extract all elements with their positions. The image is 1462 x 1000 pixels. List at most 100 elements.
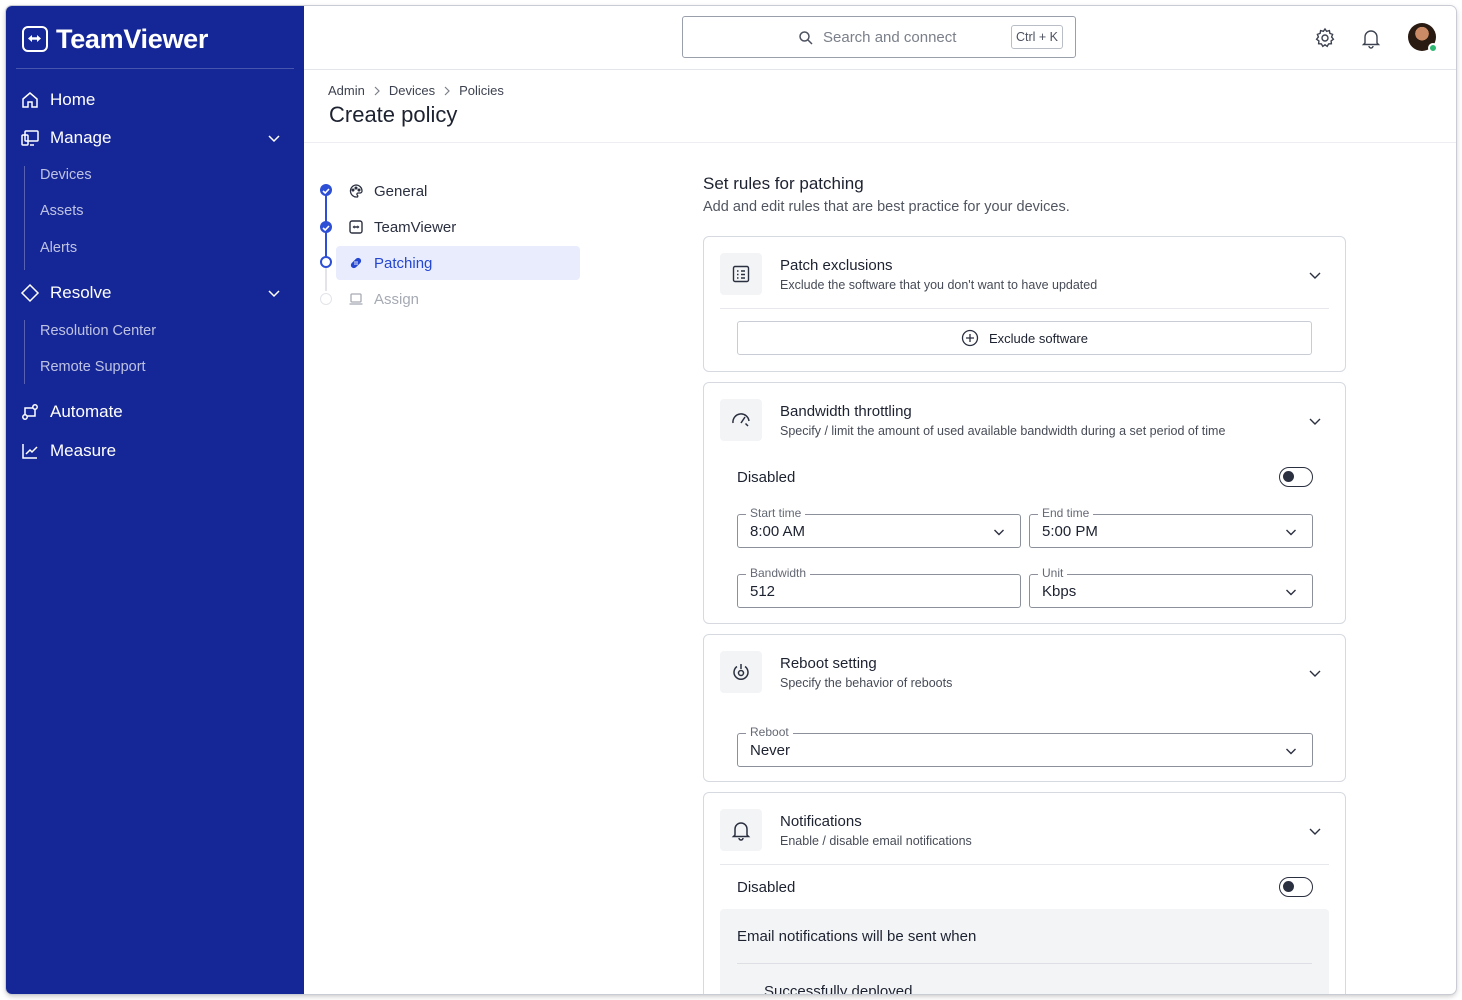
top-bar: Search and connect Ctrl + K bbox=[304, 6, 1456, 70]
automate-icon bbox=[20, 402, 40, 422]
card-divider bbox=[720, 308, 1329, 309]
card-reboot-setting: Reboot setting Specify the behavior of r… bbox=[703, 634, 1346, 782]
sidebar-subitem-assets[interactable]: Assets bbox=[40, 198, 84, 224]
sidebar-item-resolve[interactable]: Resolve bbox=[20, 277, 290, 309]
search-bar[interactable]: Search and connect Ctrl + K bbox=[682, 16, 1076, 58]
end-time-select[interactable]: End time 5:00 PM bbox=[1029, 506, 1313, 548]
step-patching[interactable]: Patching bbox=[336, 246, 580, 280]
chevron-down-icon[interactable] bbox=[1307, 823, 1323, 839]
policy-stepper: General TeamViewer Patching Assign bbox=[304, 143, 604, 343]
unit-select[interactable]: Unit Kbps bbox=[1029, 566, 1313, 608]
sidebar-subitem-resolution-center[interactable]: Resolution Center bbox=[40, 318, 156, 344]
breadcrumb-devices[interactable]: Devices bbox=[389, 83, 435, 98]
palette-icon bbox=[348, 183, 364, 199]
step-general[interactable]: General bbox=[336, 174, 580, 208]
card-title: Bandwidth throttling bbox=[780, 403, 912, 420]
bell-icon[interactable] bbox=[1360, 27, 1382, 49]
brand-logo[interactable]: TeamViewer bbox=[22, 22, 208, 56]
brand-name: TeamViewer bbox=[56, 23, 209, 54]
step-label: General bbox=[374, 182, 428, 200]
chevron-down-icon[interactable] bbox=[1307, 413, 1323, 429]
chevron-down-icon[interactable] bbox=[1307, 267, 1323, 283]
chevron-down-icon bbox=[992, 525, 1006, 539]
list-icon bbox=[720, 253, 762, 295]
step-upcoming-dot bbox=[320, 293, 332, 305]
chevron-right-icon bbox=[441, 85, 453, 97]
exclude-software-button[interactable]: Exclude software bbox=[737, 321, 1312, 355]
bandwidth-toggle[interactable] bbox=[1279, 467, 1313, 487]
section-title: Set rules for patching bbox=[703, 174, 864, 193]
bandwidth-input[interactable]: Bandwidth 512 bbox=[737, 566, 1021, 608]
step-label: TeamViewer bbox=[374, 218, 457, 236]
sidebar-divider bbox=[16, 68, 294, 69]
speedometer-icon bbox=[720, 399, 762, 441]
page-title: Create policy bbox=[329, 102, 458, 127]
email-condition-item[interactable]: Successfully deployed bbox=[764, 983, 912, 994]
chevron-down-icon bbox=[1284, 744, 1298, 758]
step-active-dot bbox=[320, 256, 332, 268]
page-header: Admin Devices Policies Create policy bbox=[304, 70, 1456, 143]
sidebar-item-manage[interactable]: Manage bbox=[20, 122, 290, 154]
reboot-select[interactable]: Reboot Never bbox=[737, 725, 1313, 767]
field-value: Never bbox=[750, 742, 791, 759]
sidebar-subitem-alerts[interactable]: Alerts bbox=[40, 235, 77, 261]
field-label: Unit bbox=[1038, 566, 1068, 580]
toggle-knob bbox=[1283, 471, 1294, 482]
breadcrumb-policies[interactable]: Policies bbox=[459, 83, 504, 98]
bell-icon bbox=[720, 809, 762, 851]
field-value: 8:00 AM bbox=[750, 523, 806, 540]
card-patch-exclusions: Patch exclusions Exclude the software th… bbox=[703, 236, 1346, 372]
sidebar-item-label: Resolve bbox=[50, 283, 112, 302]
step-done-dot bbox=[320, 221, 332, 233]
button-label: Exclude software bbox=[989, 330, 1088, 346]
field-label: End time bbox=[1038, 506, 1094, 520]
search-placeholder: Search and connect bbox=[823, 29, 957, 46]
breadcrumb-admin[interactable]: Admin bbox=[328, 83, 365, 98]
card-title: Notifications bbox=[780, 813, 862, 830]
field-label: Start time bbox=[746, 506, 806, 520]
notifications-toggle-label: Disabled bbox=[737, 879, 796, 896]
chevron-right-icon bbox=[371, 85, 383, 97]
email-conditions-panel: Email notifications will be sent when Su… bbox=[720, 909, 1329, 994]
sidebar-item-home[interactable]: Home bbox=[20, 84, 290, 116]
sidebar-subitem-remote-support[interactable]: Remote Support bbox=[40, 354, 146, 380]
chevron-down-icon[interactable] bbox=[266, 285, 282, 301]
monitor-icon bbox=[20, 128, 40, 148]
field-value: Kbps bbox=[1042, 583, 1077, 600]
sidebar-item-label: Automate bbox=[50, 402, 123, 421]
home-icon bbox=[20, 90, 40, 110]
notifications-toggle[interactable] bbox=[1279, 877, 1313, 897]
field-value: 512 bbox=[750, 583, 776, 600]
sidebar-item-automate[interactable]: Automate bbox=[20, 396, 290, 428]
sidebar-item-measure[interactable]: Measure bbox=[20, 435, 290, 467]
avatar[interactable] bbox=[1408, 23, 1438, 53]
chevron-down-icon bbox=[1284, 525, 1298, 539]
step-teamviewer[interactable]: TeamViewer bbox=[336, 210, 580, 244]
search-icon bbox=[798, 30, 814, 46]
panel-divider bbox=[737, 963, 1312, 964]
field-value: 5:00 PM bbox=[1042, 523, 1098, 540]
card-title: Patch exclusions bbox=[780, 257, 893, 274]
laptop-icon bbox=[348, 291, 364, 307]
diamond-icon bbox=[20, 283, 40, 303]
chart-icon bbox=[20, 441, 40, 461]
card-notifications: Notifications Enable / disable email not… bbox=[703, 792, 1346, 994]
chevron-down-icon bbox=[1284, 585, 1298, 599]
card-description: Exclude the software that you don't want… bbox=[780, 278, 1098, 292]
sidebar-item-label: Measure bbox=[50, 441, 117, 460]
step-assign[interactable]: Assign bbox=[336, 282, 580, 316]
teamviewer-icon bbox=[348, 219, 364, 235]
chevron-down-icon[interactable] bbox=[266, 130, 282, 146]
card-description: Enable / disable email notifications bbox=[780, 834, 972, 848]
step-done-dot bbox=[320, 184, 332, 196]
card-title: Reboot setting bbox=[780, 655, 877, 672]
start-time-select[interactable]: Start time 8:00 AM bbox=[737, 506, 1021, 548]
card-bandwidth-throttling: Bandwidth throttling Specify / limit the… bbox=[703, 382, 1346, 624]
plus-circle-icon bbox=[961, 329, 979, 347]
sidebar-subitem-devices[interactable]: Devices bbox=[40, 162, 92, 188]
teamviewer-logo-icon bbox=[22, 26, 48, 52]
presence-indicator bbox=[1428, 43, 1438, 53]
settings-icon[interactable] bbox=[1314, 27, 1336, 49]
chevron-down-icon[interactable] bbox=[1307, 665, 1323, 681]
email-conditions-title: Email notifications will be sent when bbox=[737, 928, 977, 945]
